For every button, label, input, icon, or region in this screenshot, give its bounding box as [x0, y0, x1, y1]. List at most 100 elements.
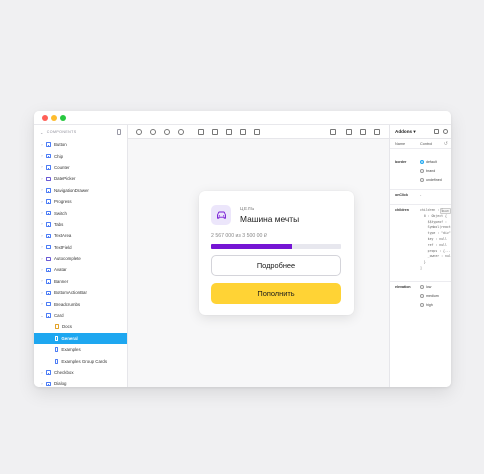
chevron-right-icon: ›	[41, 211, 43, 216]
chevron-down-icon: ⌄	[40, 313, 44, 318]
sidebar-item-tabs[interactable]: › Tabs	[34, 219, 127, 230]
sidebar-item-label: Chip	[54, 153, 64, 159]
addons-panel: Addons ▾ Name Control ↺ border default b…	[389, 125, 451, 387]
close-window-button[interactable]	[42, 115, 48, 121]
sidebar-item-label: Progress	[54, 199, 72, 205]
sidebar-item-textarea[interactable]: › TextArea	[34, 230, 127, 241]
doc-icon	[55, 324, 59, 330]
sidebar-item-breadcrumbs[interactable]: › Breadcrumbs	[34, 298, 127, 309]
reload-icon[interactable]	[136, 129, 142, 135]
minimize-window-button[interactable]	[51, 115, 57, 121]
component-icon	[46, 381, 51, 387]
top-up-button[interactable]: Пополнить	[211, 283, 341, 304]
sidebar-item-progress[interactable]: › Progress	[34, 196, 127, 207]
chevron-right-icon: ›	[41, 370, 43, 375]
prop-elevation: elevation low medium high	[395, 285, 439, 307]
chevron-right-icon: ›	[41, 165, 43, 170]
measure-icon[interactable]	[240, 129, 246, 135]
component-icon	[46, 370, 51, 375]
json-line: ]	[420, 265, 422, 270]
prop-border: border default brand undefined	[395, 160, 442, 182]
goal-amount: 2 567 000 из 3 500 00 ₽	[211, 233, 268, 239]
sidebar-item-card[interactable]: ⌄ Card	[34, 310, 127, 321]
component-icon	[46, 290, 51, 296]
sidebar-item-label: Autocomplete	[54, 256, 81, 262]
sidebar-item-label: Dialog	[54, 381, 67, 387]
component-icon	[46, 279, 51, 284]
folder-icon	[46, 176, 51, 181]
component-icon	[46, 142, 51, 147]
sidebar-item-label: General	[61, 335, 78, 341]
sidebar-item-checkbox[interactable]: › Checkbox	[34, 367, 127, 378]
background-icon[interactable]	[198, 129, 204, 135]
chevron-right-icon: ›	[41, 188, 43, 193]
sidebar-item-docs[interactable]: ›Docs	[34, 321, 127, 332]
link-icon[interactable]	[374, 129, 380, 135]
sidebar-item-banner[interactable]: › Banner	[34, 276, 127, 287]
car-icon	[211, 205, 231, 225]
sidebar-item-navigationdrawer[interactable]: › NavigationDrawer	[34, 185, 127, 196]
sidebar-item-label: TextArea	[54, 233, 72, 239]
sidebar-item-button[interactable]: › Button	[34, 139, 127, 150]
zoom-in-icon[interactable]	[150, 129, 156, 135]
sidebar-item-chip[interactable]: › Chip	[34, 150, 127, 161]
sidebar-item-switch[interactable]: › Switch	[34, 207, 127, 218]
component-icon	[46, 188, 51, 193]
sidebar-item-bottomactionbar[interactable]: › BottomActionBar	[34, 287, 127, 298]
chevron-right-icon: ›	[41, 267, 43, 272]
chevron-right-icon: ›	[41, 256, 43, 261]
grid-icon[interactable]	[212, 129, 218, 135]
sidebar-item-general[interactable]: ›General	[34, 332, 127, 345]
sidebar-item-label: Banner	[54, 278, 69, 284]
reset-controls-icon[interactable]: ↺	[444, 141, 448, 147]
component-icon	[46, 233, 51, 239]
border-option-undefined[interactable]: undefined	[420, 178, 442, 182]
sidebar-item-examples[interactable]: ›Examples	[34, 344, 127, 355]
panel-layout-icon[interactable]	[434, 129, 439, 134]
sidebar-item-textfield[interactable]: › TextField	[34, 242, 127, 253]
sidebar-item-label: Examples Group Cards	[61, 358, 108, 364]
new-tab-icon[interactable]	[360, 129, 366, 135]
sidebar-item-label: BottomActionBar	[54, 290, 87, 296]
elevation-option-low[interactable]: low	[420, 285, 431, 289]
chevron-right-icon: ›	[41, 222, 43, 227]
maximize-window-button[interactable]	[60, 115, 66, 121]
chevron-right-icon: ›	[41, 381, 43, 386]
sidebar-item-avatar[interactable]: › Avatar	[34, 264, 127, 275]
viewport-icon[interactable]	[226, 129, 232, 135]
component-icon	[46, 210, 51, 216]
sidebar-item-datepicker[interactable]: › DatePicker	[34, 173, 127, 184]
panel-toggle-icon[interactable]	[330, 129, 336, 135]
settings-icon[interactable]	[443, 129, 448, 134]
goal-title: Машина мечты	[240, 214, 300, 224]
details-button[interactable]: Подробнее	[211, 255, 341, 276]
elevation-option-medium[interactable]: medium	[420, 294, 439, 298]
fullscreen-icon[interactable]	[346, 129, 352, 135]
children-json-editor[interactable]: children : [ 0 : Object { $$typeof : Sym…	[420, 208, 451, 272]
components-header[interactable]: ⌄ COMPONENTS	[34, 125, 127, 139]
reset-zoom-icon[interactable]	[178, 129, 184, 135]
sidebar-item-label: TextField	[54, 244, 72, 250]
sidebar-item-label: NavigationDrawer	[54, 187, 89, 193]
border-option-brand[interactable]: brand	[420, 169, 435, 173]
sidebar: ⌄ COMPONENTS › Button › Chip › Counter › DatePi…	[34, 125, 128, 387]
zoom-out-icon[interactable]	[164, 129, 170, 135]
title-bar	[34, 111, 451, 125]
tab-addons[interactable]: Addons ▾	[395, 129, 416, 135]
sidebar-item-dialog[interactable]: › Dialog	[34, 378, 127, 387]
elevation-option-high[interactable]: high	[420, 303, 433, 307]
border-option-default[interactable]: default	[420, 160, 437, 164]
sidebar-item-label: Button	[54, 142, 67, 148]
outline-icon[interactable]	[254, 129, 260, 135]
sidebar-item-counter[interactable]: › Counter	[34, 162, 127, 173]
controls-header: Name Control ↺	[390, 139, 451, 149]
story-icon	[55, 335, 59, 341]
component-icon	[46, 165, 51, 170]
sidebar-item-autocomplete[interactable]: › Autocomplete	[34, 253, 127, 264]
collapse-all-icon[interactable]	[117, 129, 121, 135]
chevron-right-icon: ›	[41, 176, 43, 181]
sidebar-item-label: Tabs	[54, 221, 64, 227]
component-icon	[46, 301, 51, 307]
chevron-right-icon: ›	[41, 142, 43, 147]
sidebar-item-examples-group-cards[interactable]: ›Examples Group Cards	[34, 355, 127, 366]
